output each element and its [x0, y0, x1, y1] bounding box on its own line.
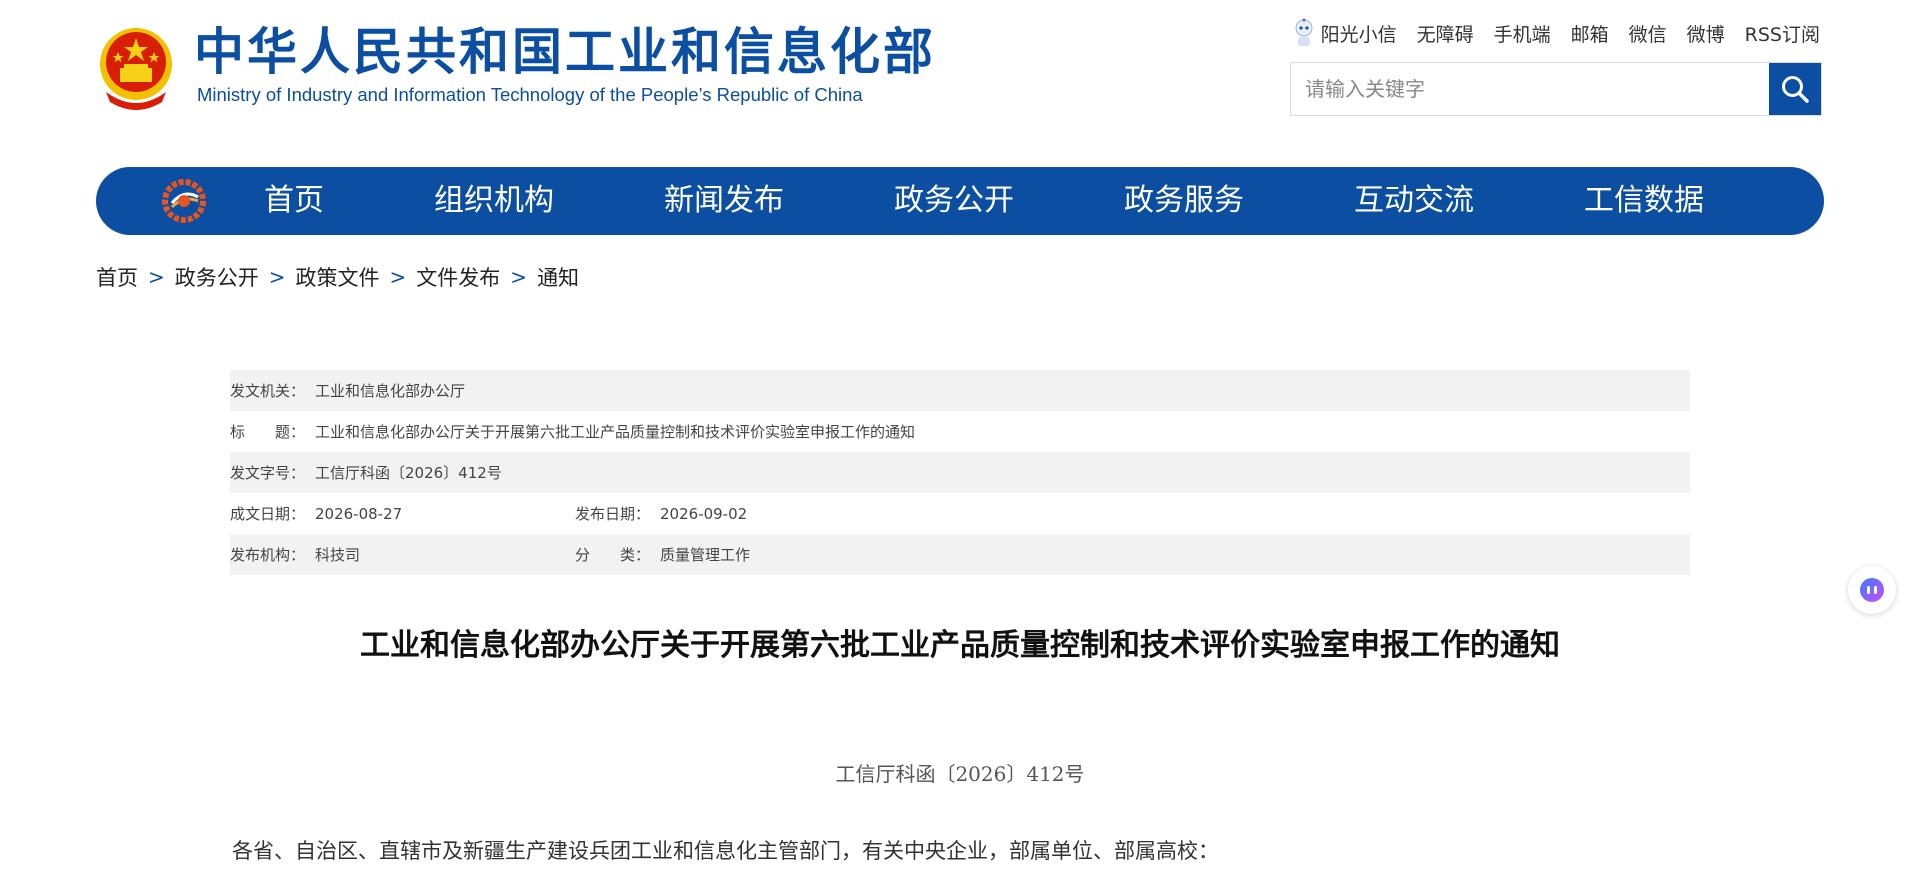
breadcrumb-separator: >	[148, 265, 165, 289]
meta-cell-created: 成文日期： 2026-08-27	[230, 503, 575, 524]
article-salutation: 各省、自治区、直辖市及新疆生产建设兵团工业和信息化主管部门，有关中央企业，部属单…	[232, 839, 1219, 863]
breadcrumb: 首页 > 政务公开 > 政策文件 > 文件发布 > 通知	[96, 262, 579, 292]
site-header: 中华人民共和国工业和信息化部 Ministry of Industry and …	[0, 0, 1920, 130]
nav-item-home[interactable]: 首页	[264, 167, 324, 235]
national-emblem-icon[interactable]	[96, 22, 176, 112]
meta-doc-number: 工信厅科函〔2026〕412号	[315, 464, 502, 482]
breadcrumb-separator: >	[389, 265, 407, 289]
meta-title: 工业和信息化部办公厅关于开展第六批工业产品质量控制和技术评价实验室申报工作的通知	[315, 423, 916, 441]
meta-created-date: 2026-08-27	[315, 504, 403, 523]
meta-row-dates: 成文日期： 2026-08-27 发布日期： 2026-09-02	[230, 493, 1690, 534]
ai-assistant-icon	[1860, 578, 1884, 602]
top-links: 阳光小信 无障碍 手机端 邮箱 微信 微博 RSS订阅	[1293, 18, 1820, 48]
document-meta-table: 发文机关： 工业和信息化部办公厅 标 题： 工业和信息化部办公厅关于开展第六批工…	[230, 370, 1690, 575]
nav-item-government-affairs[interactable]: 政务公开	[894, 167, 1014, 235]
article-title: 工业和信息化部办公厅关于开展第六批工业产品质量控制和技术评价实验室申报工作的通知	[360, 628, 1560, 663]
meta-row-org: 发布机构： 科技司 分 类： 质量管理工作	[230, 534, 1690, 575]
robot-assistant-icon[interactable]	[1293, 18, 1315, 48]
breadcrumb-home[interactable]: 首页	[96, 262, 138, 292]
site-title-cn: 中华人民共和国工业和信息化部	[194, 23, 936, 81]
breadcrumb-government-affairs[interactable]: 政务公开	[175, 262, 259, 292]
meta-label: 标 题：	[230, 423, 306, 441]
meta-row-issuer: 发文机关： 工业和信息化部办公厅	[230, 370, 1690, 411]
toplink-rss[interactable]: RSS订阅	[1745, 20, 1820, 47]
breadcrumb-notice[interactable]: 通知	[537, 262, 579, 292]
meta-label: 发布机构：	[230, 546, 306, 564]
search-box	[1290, 62, 1822, 116]
toplink-sunshine-xiaoxin[interactable]: 阳光小信	[1321, 20, 1397, 47]
site-title-en: Ministry of Industry and Information Tec…	[197, 84, 863, 105]
nav-item-organization[interactable]: 组织机构	[434, 167, 554, 235]
meta-row-title: 标 题： 工业和信息化部办公厅关于开展第六批工业产品质量控制和技术评价实验室申报…	[230, 411, 1690, 452]
meta-category: 质量管理工作	[660, 546, 751, 564]
meta-row-doc-number: 发文字号： 工信厅科函〔2026〕412号	[230, 452, 1690, 493]
meta-label: 成文日期：	[230, 505, 306, 523]
nav-item-news[interactable]: 新闻发布	[664, 167, 784, 235]
meta-cell-published: 发布日期： 2026-09-02	[575, 503, 747, 524]
nav-item-data[interactable]: 工信数据	[1584, 167, 1704, 235]
toplink-weibo[interactable]: 微博	[1687, 20, 1725, 47]
meta-label: 发文机关：	[230, 382, 306, 400]
breadcrumb-separator: >	[268, 265, 286, 289]
breadcrumb-document-release[interactable]: 文件发布	[416, 262, 500, 292]
main-nav: 首页 组织机构 新闻发布 政务公开 政务服务 互动交流 工信数据	[96, 167, 1824, 235]
breadcrumb-separator: >	[510, 265, 528, 289]
meta-label: 分 类：	[575, 546, 651, 564]
meta-issuer: 工业和信息化部办公厅	[315, 382, 466, 400]
search-button[interactable]	[1769, 63, 1821, 115]
toplink-accessibility[interactable]: 无障碍	[1417, 20, 1474, 47]
article-doc-number: 工信厅科函〔2026〕412号	[835, 762, 1085, 786]
ai-assistant-button[interactable]	[1848, 566, 1896, 614]
search-icon	[1782, 76, 1809, 103]
meta-label: 发文字号：	[230, 464, 306, 482]
nav-items: 首页 组织机构 新闻发布 政务公开 政务服务 互动交流 工信数据	[264, 167, 1814, 235]
meta-org: 科技司	[315, 546, 361, 564]
meta-cell-category: 分 类： 质量管理工作	[575, 544, 750, 565]
toplink-mobile[interactable]: 手机端	[1494, 20, 1551, 47]
breadcrumb-policy-documents[interactable]: 政策文件	[296, 262, 380, 292]
meta-published-date: 2026-09-02	[660, 504, 748, 523]
miit-logo-icon[interactable]	[162, 179, 206, 223]
meta-label: 发布日期：	[575, 505, 651, 523]
meta-cell-org: 发布机构： 科技司	[230, 544, 575, 565]
search-input[interactable]	[1291, 63, 1769, 115]
toplink-mail[interactable]: 邮箱	[1571, 20, 1609, 47]
toplink-wechat[interactable]: 微信	[1629, 20, 1667, 47]
nav-item-government-services[interactable]: 政务服务	[1124, 167, 1244, 235]
nav-item-interaction[interactable]: 互动交流	[1354, 167, 1474, 235]
